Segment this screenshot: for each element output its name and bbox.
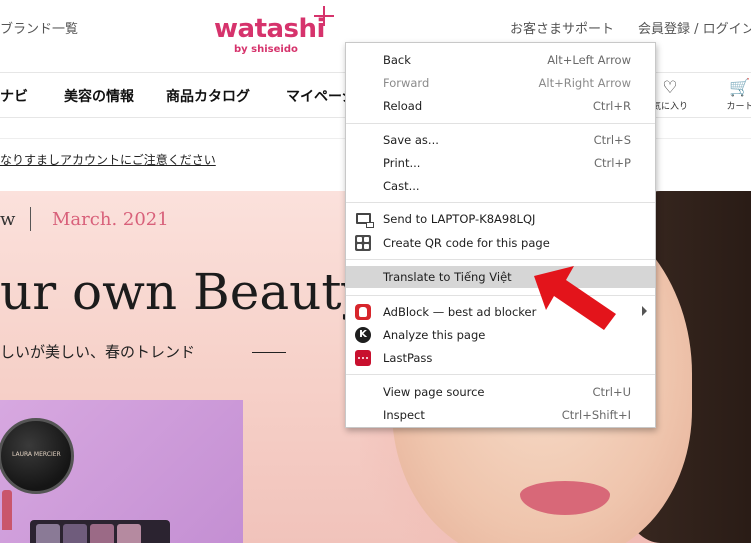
menu-item-label: Print... (383, 156, 421, 170)
hero-title: ur own Beauty (0, 263, 370, 321)
arrow-shape (534, 266, 616, 330)
menu-item-cast[interactable]: Cast... (346, 175, 655, 197)
menu-item-shortcut: Alt+Left Arrow (547, 53, 631, 67)
watashi-logo[interactable]: watashi by shiseido (214, 6, 340, 62)
menu-item-label: AdBlock — best ad blocker (383, 305, 537, 319)
hero-issue-date: March. 2021 (52, 209, 169, 230)
nav-item-navi[interactable]: ナビ (0, 86, 28, 106)
menu-item-label: Translate to Tiếng Việt (383, 270, 512, 284)
monitor-icon (356, 213, 374, 228)
cart-icon: 🛒 (729, 78, 751, 98)
heart-icon: ♡ (662, 78, 678, 98)
menu-item-back[interactable]: Back Alt+Left Arrow (346, 49, 655, 71)
palette-pan (90, 524, 114, 543)
menu-item-lastpass[interactable]: LastPass (346, 347, 655, 369)
menu-separator (346, 259, 655, 260)
menu-item-save-as[interactable]: Save as... Ctrl+S (346, 129, 655, 151)
submenu-arrow-icon (642, 306, 647, 316)
menu-item-label: Forward (383, 76, 430, 90)
menu-item-shortcut: Ctrl+S (593, 133, 631, 147)
adblock-icon (355, 304, 371, 320)
qr-code-icon (355, 235, 371, 251)
menu-item-label: Back (383, 53, 411, 67)
logo-subtitle: by shiseido (234, 44, 298, 55)
menu-item-print[interactable]: Print... Ctrl+P (346, 152, 655, 174)
favorites-button[interactable]: ♡ 気に入り (650, 79, 690, 112)
hero-subtitle-dash (252, 352, 286, 353)
hero-issue-prefix: w (0, 209, 16, 230)
menu-separator (346, 123, 655, 124)
menu-item-shortcut: Ctrl+Shift+I (561, 408, 631, 422)
menu-item-label: Inspect (383, 408, 425, 422)
logo-cross-icon (314, 6, 334, 26)
menu-item-shortcut: Alt+Right Arrow (538, 76, 631, 90)
menu-item-forward[interactable]: Forward Alt+Right Arrow (346, 72, 655, 94)
product-brand-label: LAURA MERCIER (12, 451, 61, 458)
hero-issue-divider (30, 207, 31, 231)
menu-item-label: LastPass (383, 351, 433, 365)
logo-wordmark: watashi (214, 14, 325, 44)
menu-item-reload[interactable]: Reload Ctrl+R (346, 95, 655, 117)
lastpass-icon (355, 350, 371, 366)
menu-item-send-to-device[interactable]: Send to LAPTOP-K8A98LQJ (346, 208, 655, 230)
nav-item-product-catalog[interactable]: 商品カタログ (166, 86, 250, 106)
menu-item-label: Save as... (383, 133, 439, 147)
menu-item-label: Analyze this page (383, 328, 486, 342)
menu-item-shortcut: Ctrl+P (593, 156, 631, 170)
menu-item-label: Cast... (383, 179, 420, 193)
menu-item-label: Reload (383, 99, 423, 113)
favorites-label: 気に入り (651, 102, 688, 112)
lipstick (2, 490, 12, 530)
menu-item-shortcut: Ctrl+U (592, 385, 631, 399)
register-login-link[interactable]: 会員登録 / ログイン (638, 18, 751, 37)
brands-list-link[interactable]: ブランド一覧 (0, 18, 78, 37)
browser-context-menu: Back Alt+Left Arrow Forward Alt+Right Ar… (345, 42, 656, 428)
menu-item-inspect[interactable]: Inspect Ctrl+Shift+I (346, 404, 655, 426)
menu-item-label: View page source (383, 385, 485, 399)
menu-item-label: Create QR code for this page (383, 236, 550, 250)
menu-item-view-source[interactable]: View page source Ctrl+U (346, 381, 655, 403)
impersonation-warning-link[interactable]: なりすましアカウントにご注意ください (0, 151, 216, 168)
analyze-icon: K (355, 327, 371, 343)
menu-item-create-qr[interactable]: Create QR code for this page (346, 232, 655, 254)
palette-pan (63, 524, 87, 543)
red-arrow-annotation-icon (534, 266, 616, 330)
product-image: LAURA MERCIER (0, 400, 243, 543)
cart-label: カート (726, 102, 751, 112)
cart-button[interactable]: 🛒 カート (720, 79, 751, 112)
customer-support-link[interactable]: お客さまサポート (510, 18, 614, 37)
hero-subtitle: しいが美しい、春のトレンド (0, 343, 196, 361)
eyeshadow-palette (30, 520, 170, 543)
menu-item-label: Send to LAPTOP-K8A98LQJ (383, 212, 536, 226)
nav-item-beauty-info[interactable]: 美容の情報 (64, 86, 134, 106)
menu-separator (346, 374, 655, 375)
menu-separator (346, 202, 655, 203)
palette-pan (117, 524, 141, 543)
palette-pan (36, 524, 60, 543)
menu-item-shortcut: Ctrl+R (592, 99, 631, 113)
